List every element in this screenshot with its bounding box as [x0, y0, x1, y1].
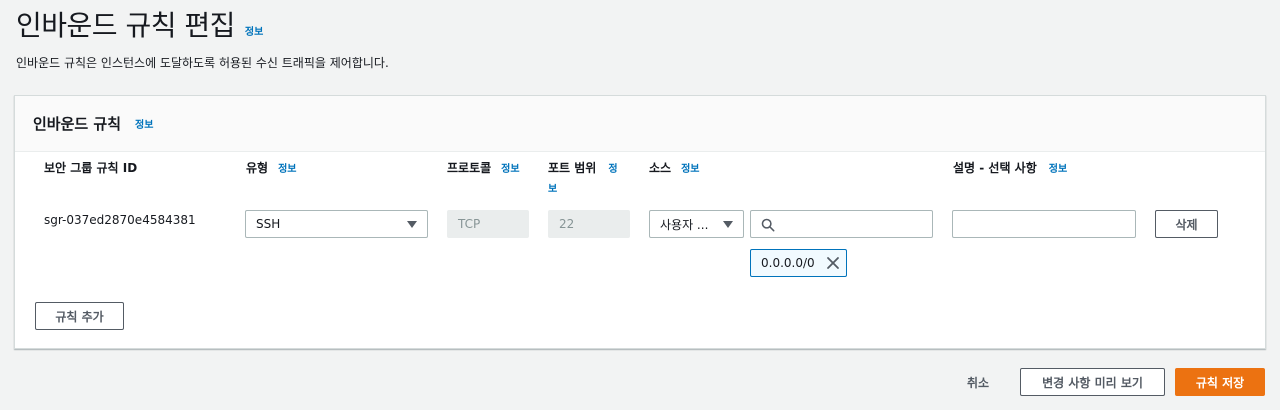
page-title-row: 인바운드 규칙 편집 정보 — [16, 4, 263, 44]
port-range-value: 22 — [559, 217, 575, 231]
panel-info-link[interactable]: 정보 — [135, 116, 153, 131]
column-header-port-range: 포트 범위 정보 — [548, 159, 626, 199]
panel-header: 인바운드 규칙 정보 — [15, 96, 1265, 152]
save-rules-button[interactable]: 규칙 저장 — [1175, 368, 1265, 396]
column-label-port-range: 포트 범위 — [548, 161, 597, 175]
cancel-button[interactable]: 취소 — [967, 374, 989, 391]
page-header: 인바운드 규칙 편집 정보 — [16, 4, 263, 44]
search-icon — [761, 218, 775, 232]
column-header-type: 유형 정보 — [246, 159, 297, 179]
source-type-select[interactable]: 사용자 ... — [649, 210, 744, 238]
description-input[interactable] — [952, 210, 1136, 238]
save-rules-label: 규칙 저장 — [1195, 375, 1245, 390]
source-type-value: 사용자 ... — [660, 217, 709, 232]
page-description: 인바운드 규칙은 인스턴스에 도달하도록 허용된 수신 트래픽을 제어합니다. — [16, 56, 389, 70]
preview-changes-label: 변경 사항 미리 보기 — [1042, 375, 1143, 390]
rule-id-value: sgr-037ed2870e4584381 — [44, 213, 196, 227]
column-label-source: 소스 — [649, 161, 672, 175]
source-info-link[interactable]: 정보 — [681, 164, 699, 175]
page-title: 인바운드 규칙 편집 — [16, 9, 235, 42]
source-token-value: 0.0.0.0/0 — [761, 256, 815, 270]
add-rule-label: 규칙 추가 — [55, 309, 104, 324]
source-token: 0.0.0.0/0 — [750, 249, 847, 277]
preview-changes-button[interactable]: 변경 사항 미리 보기 — [1020, 368, 1165, 396]
caret-down-icon — [407, 221, 417, 228]
description-info-link[interactable]: 정보 — [1049, 164, 1067, 175]
column-label-description: 설명 - 선택 사항 — [953, 161, 1037, 175]
delete-rule-label: 삭제 — [1175, 217, 1198, 232]
page-info-link[interactable]: 정보 — [245, 23, 263, 38]
column-header-rule-id: 보안 그룹 규칙 ID — [44, 159, 137, 177]
add-rule-button[interactable]: 규칙 추가 — [35, 302, 124, 330]
column-header-source: 소스 정보 — [649, 159, 700, 179]
column-header-description: 설명 - 선택 사항 정보 — [953, 159, 1067, 179]
column-label-type: 유형 — [246, 161, 269, 175]
caret-down-icon — [723, 221, 733, 228]
port-range-field: 22 — [548, 210, 630, 238]
type-select-value: SSH — [256, 217, 281, 231]
protocol-value: TCP — [458, 217, 481, 231]
close-icon[interactable] — [826, 256, 840, 270]
inbound-rules-panel: 인바운드 규칙 정보 보안 그룹 규칙 ID 유형 정보 프로토콜 정보 포트 범위… — [14, 95, 1266, 349]
column-label-protocol: 프로토콜 — [447, 161, 492, 175]
column-label-rule-id: 보안 그룹 규칙 ID — [44, 161, 138, 175]
panel-title: 인바운드 규칙 — [33, 115, 122, 133]
source-search-input[interactable] — [750, 210, 933, 238]
column-header-protocol: 프로토콜 정보 — [447, 159, 520, 179]
protocol-info-link[interactable]: 정보 — [501, 164, 519, 175]
protocol-field: TCP — [447, 210, 529, 238]
type-select[interactable]: SSH — [245, 210, 428, 238]
delete-rule-button[interactable]: 삭제 — [1155, 210, 1218, 238]
type-info-link[interactable]: 정보 — [278, 164, 296, 175]
